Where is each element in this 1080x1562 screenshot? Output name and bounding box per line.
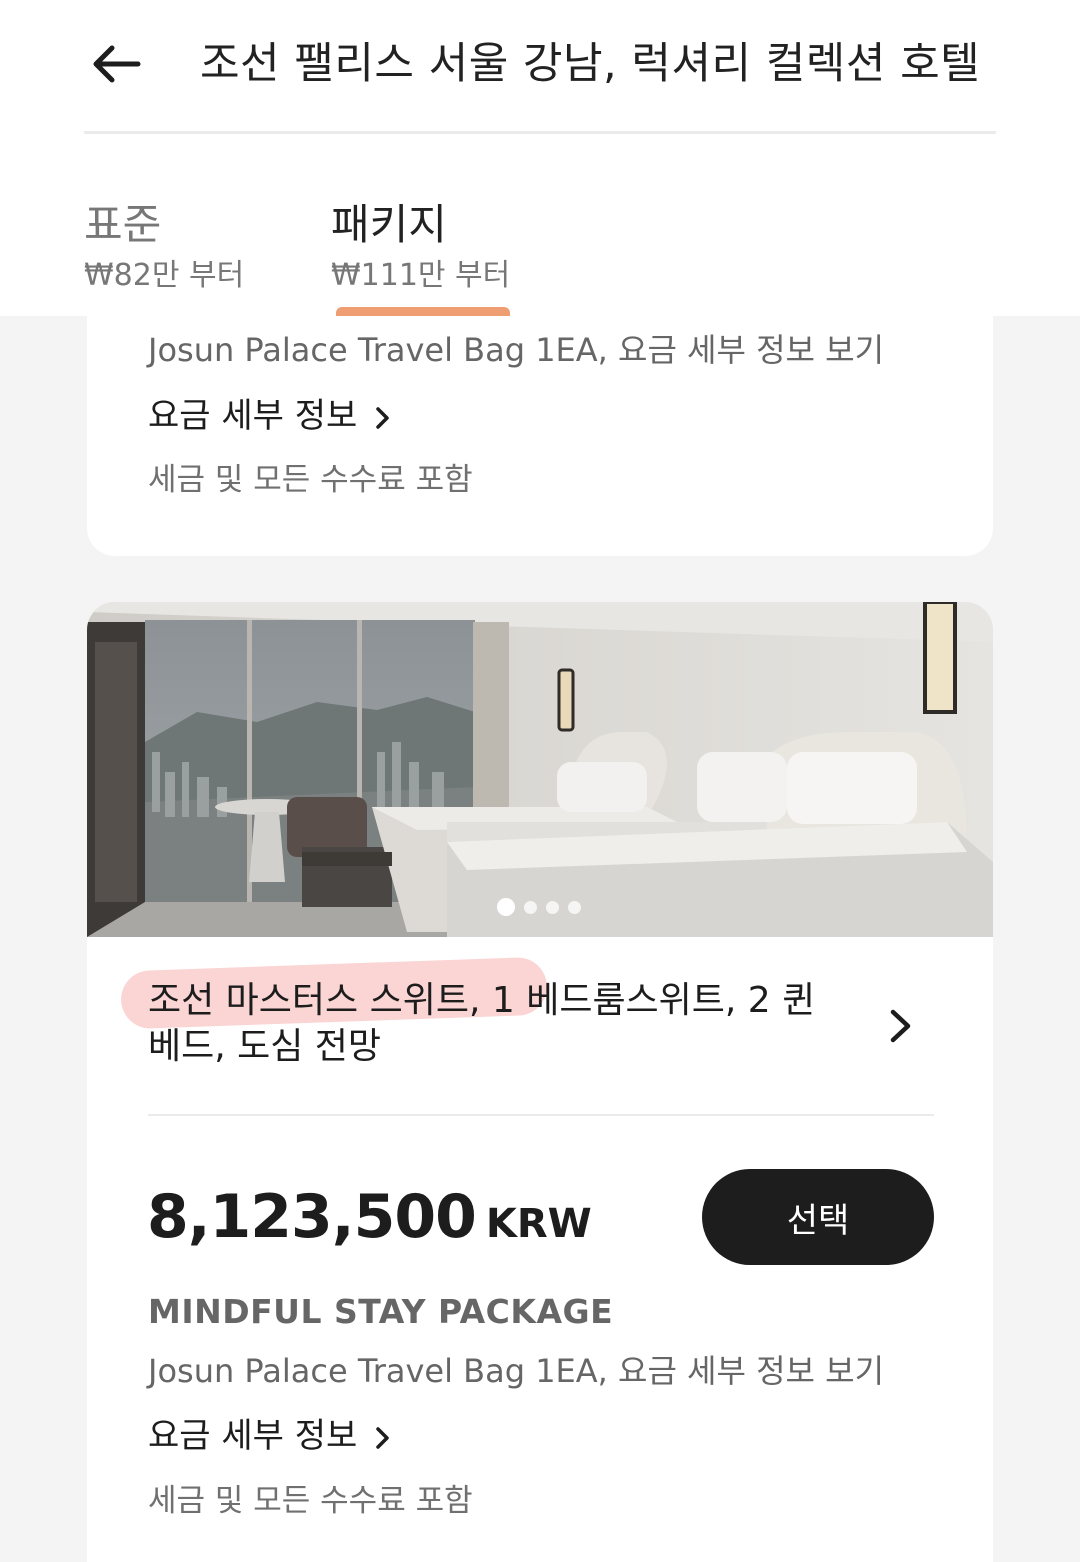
package-name: MINDFUL STAY PACKAGE	[148, 1292, 614, 1331]
chevron-right-icon	[376, 1426, 389, 1449]
header-divider	[84, 131, 996, 134]
tab-package-price: ₩111만 부터	[331, 258, 511, 293]
pager-dot-4[interactable]	[568, 900, 581, 914]
previous-offer-card: Josun Palace Travel Bag 1EA, 요금 세부 정보 보기…	[87, 300, 993, 556]
room-details-button[interactable]	[887, 1006, 915, 1050]
active-tab-indicator	[336, 307, 510, 316]
room-photo[interactable]	[87, 602, 993, 937]
tab-standard-price: ₩82만 부터	[84, 258, 245, 293]
select-button[interactable]: 선택	[702, 1169, 934, 1265]
arrow-left-icon	[93, 45, 141, 83]
tax-note: 세금 및 모든 수수료 포함	[148, 1483, 473, 1519]
tab-standard-label: 표준	[84, 200, 162, 249]
room-card: 조선 마스터스 스위트, 1 베드룸스위트, 2 퀸베드, 도심 전망 8,12…	[87, 602, 993, 1562]
pager-dot-3[interactable]	[546, 900, 559, 914]
header: 조선 팰리스 서울 강남, 럭셔리 컬렉션 호텔 표준 ₩82만 부터 패키지 …	[0, 0, 1080, 316]
room-divider	[148, 1114, 934, 1116]
rate-details-label: 요금 세부 정보	[148, 396, 358, 436]
tab-package-label: 패키지	[331, 200, 447, 249]
inclusion-text: Josun Palace Travel Bag 1EA, 요금 세부 정보 보기	[148, 1352, 885, 1390]
tab-package[interactable]: 패키지 ₩111만 부터	[331, 198, 510, 298]
pager-dot-1[interactable]	[497, 898, 515, 916]
pager-dot-2[interactable]	[524, 900, 537, 914]
photo-pager-dots	[497, 898, 581, 916]
price-amount: 8,123,500	[147, 1182, 477, 1252]
tax-note: 세금 및 모든 수수료 포함	[148, 462, 473, 498]
room-photo-image	[87, 602, 993, 937]
tab-standard[interactable]: 표준 ₩82만 부터	[84, 198, 244, 298]
chevron-right-icon	[890, 1009, 911, 1043]
rate-details-link[interactable]: 요금 세부 정보	[148, 388, 392, 437]
chevron-right-icon	[376, 406, 389, 429]
page-title: 조선 팰리스 서울 강남, 럭셔리 컬렉션 호텔	[200, 39, 981, 89]
rate-details-link[interactable]: 요금 세부 정보	[148, 1408, 392, 1457]
price-currency: KRW	[485, 1201, 592, 1247]
room-price: 8,123,500 KRW	[147, 1182, 592, 1252]
inclusion-text: Josun Palace Travel Bag 1EA, 요금 세부 정보 보기	[148, 331, 885, 369]
room-title[interactable]: 조선 마스터스 스위트, 1 베드룸스위트, 2 퀸베드, 도심 전망	[148, 978, 828, 1070]
rate-details-label: 요금 세부 정보	[148, 1416, 358, 1456]
back-button[interactable]	[88, 40, 144, 88]
